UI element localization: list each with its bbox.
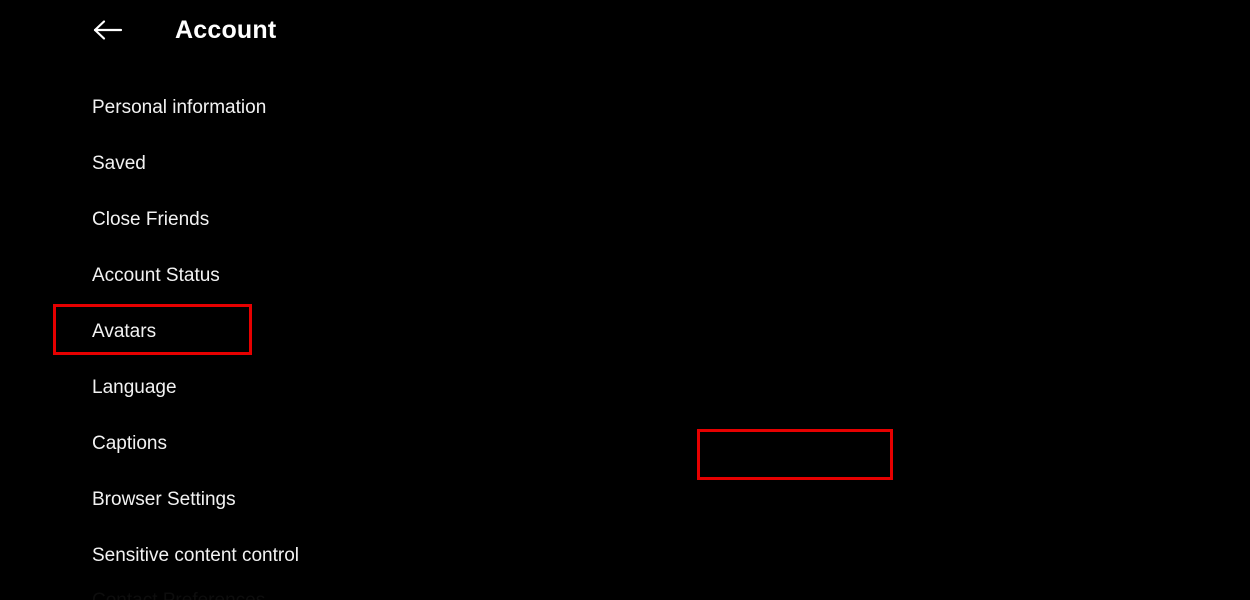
settings-panel: Settings Search Follow and invite frie: [625, 0, 1250, 600]
account-item-avatars[interactable]: Avatars: [92, 304, 592, 360]
account-item-sensitive-content-control[interactable]: Sensitive content control: [92, 528, 592, 584]
account-item-label: Language: [92, 377, 177, 398]
account-menu-list: Personal information Saved Close Friends…: [92, 80, 592, 584]
account-item-label: Account Status: [92, 265, 220, 286]
account-item-captions[interactable]: Captions: [92, 416, 592, 472]
account-page-title: Account: [175, 15, 277, 44]
account-item-language[interactable]: Language: [92, 360, 592, 416]
account-item-close-friends[interactable]: Close Friends: [92, 192, 592, 248]
account-item-label: Avatars: [92, 321, 157, 342]
account-item-label: Browser Settings: [92, 489, 236, 510]
account-item-label: Close Friends: [92, 209, 210, 230]
account-panel-header: Account: [92, 10, 276, 50]
account-panel: Account Personal information Saved Close…: [0, 0, 625, 600]
account-item-saved[interactable]: Saved: [92, 136, 592, 192]
account-item-browser-settings[interactable]: Browser Settings: [92, 472, 592, 528]
account-item-label: Saved: [92, 153, 146, 174]
arrow-left-icon[interactable]: [92, 15, 126, 45]
account-item-label: Sensitive content control: [92, 545, 300, 566]
account-item-clipped[interactable]: Contact Preferences: [92, 590, 265, 600]
account-item-label: Captions: [92, 433, 167, 454]
account-item-account-status[interactable]: Account Status: [92, 248, 592, 304]
account-item-label: Personal information: [92, 97, 267, 118]
account-item-personal-information[interactable]: Personal information: [92, 80, 592, 136]
screenshot-root: Account Personal information Saved Close…: [0, 0, 1250, 600]
